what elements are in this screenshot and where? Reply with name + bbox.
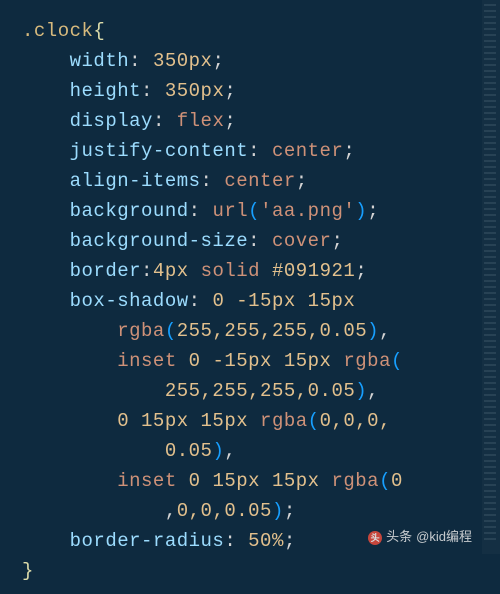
css-prop: align-items: [70, 170, 201, 192]
css-prop: height: [70, 80, 141, 102]
watermark-author: @kid编程: [416, 527, 472, 548]
close-brace: }: [22, 560, 34, 582]
css-prop: border-radius: [70, 530, 225, 552]
css-prop: box-shadow: [70, 290, 189, 312]
css-prop: background-size: [70, 230, 249, 252]
css-selector: .clock: [22, 20, 93, 42]
css-prop: background: [70, 200, 189, 222]
watermark: 头 头条 @kid编程: [368, 527, 472, 548]
css-prop: border: [70, 260, 141, 282]
code-editor: .clock{ width: 350px; height: 350px; dis…: [0, 0, 500, 594]
css-prop: justify-content: [70, 140, 249, 162]
logo-icon: 头: [368, 531, 382, 545]
watermark-label: 头条: [386, 527, 412, 548]
open-brace: {: [93, 20, 105, 42]
minimap[interactable]: [482, 0, 500, 554]
css-prop: display: [70, 110, 153, 132]
css-prop: width: [70, 50, 130, 72]
